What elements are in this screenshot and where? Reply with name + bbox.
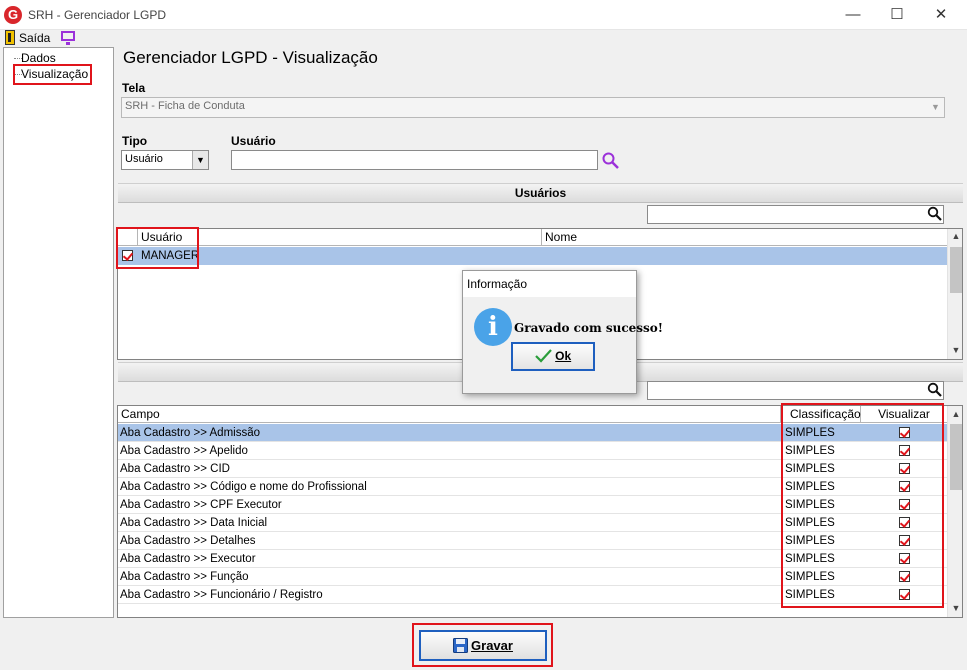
classificacao-cell: SIMPLES: [785, 553, 835, 565]
minimize-button[interactable]: —: [831, 0, 875, 30]
visualizar-checkbox[interactable]: [899, 571, 910, 582]
tela-label: Tela: [122, 81, 146, 95]
usuarios-section-header: Usuários: [118, 183, 963, 203]
usuario-cell: MANAGER: [141, 250, 200, 262]
classificacao-cell: SIMPLES: [785, 463, 835, 475]
exit-door-icon[interactable]: [5, 30, 15, 45]
app-logo-icon: G: [4, 6, 22, 24]
visualizar-checkbox[interactable]: [899, 499, 910, 510]
ok-button-label: Ok: [555, 349, 572, 363]
classificacao-cell: SIMPLES: [785, 427, 835, 439]
campo-cell: Aba Cadastro >> Funcionário / Registro: [120, 589, 323, 601]
scrollbar-thumb[interactable]: [950, 247, 962, 293]
visualizar-checkbox[interactable]: [899, 463, 910, 474]
scroll-up-icon[interactable]: ▲: [948, 231, 962, 241]
usuario-label: Usuário: [231, 134, 276, 148]
campo-cell: Aba Cadastro >> CPF Executor: [120, 499, 282, 511]
vertical-scrollbar[interactable]: ▲ ▼: [947, 229, 962, 359]
visualizar-checkbox[interactable]: [899, 445, 910, 456]
tela-combobox[interactable]: SRH - Ficha de Conduta: [121, 97, 945, 118]
scroll-up-icon[interactable]: ▲: [948, 409, 962, 419]
usuarios-search-input[interactable]: [647, 205, 944, 224]
nome-cell: [543, 247, 545, 265]
classificacao-cell: SIMPLES: [785, 499, 835, 511]
column-header-classificacao[interactable]: Classificação: [781, 406, 861, 423]
search-icon[interactable]: [601, 151, 620, 170]
column-header-usuario[interactable]: Usuário: [138, 229, 542, 246]
tree-item-visualizacao[interactable]: Visualização: [21, 67, 88, 81]
classificacao-cell: SIMPLES: [785, 589, 835, 601]
checkmark-icon: [535, 349, 552, 363]
classificacao-cell: SIMPLES: [785, 571, 835, 583]
info-icon: i: [474, 308, 512, 346]
vertical-scrollbar[interactable]: ▲ ▼: [947, 406, 962, 617]
exit-button[interactable]: Saída: [19, 31, 50, 45]
table-row[interactable]: [118, 247, 947, 265]
chevron-down-icon[interactable]: ▼: [192, 151, 208, 169]
campo-cell: Aba Cadastro >> Executor: [120, 553, 256, 565]
dialog-message: Gravado com sucesso!: [514, 321, 664, 335]
ok-button[interactable]: Ok: [511, 342, 595, 371]
visualizar-checkbox[interactable]: [899, 589, 910, 600]
classificacao-cell: SIMPLES: [785, 445, 835, 457]
classificacao-cell: SIMPLES: [785, 517, 835, 529]
save-icon: [453, 638, 469, 653]
campo-cell: Aba Cadastro >> CID: [120, 463, 230, 475]
window-title: SRH - Gerenciador LGPD: [28, 8, 167, 22]
usuario-input[interactable]: [231, 150, 598, 170]
column-header-nome[interactable]: Nome: [542, 229, 947, 246]
scroll-down-icon[interactable]: ▼: [948, 345, 962, 355]
campo-cell: Aba Cadastro >> Apelido: [120, 445, 248, 457]
visualizar-checkbox[interactable]: [899, 535, 910, 546]
campos-search-input[interactable]: [647, 381, 944, 400]
column-header-visualizar[interactable]: Visualizar: [861, 406, 947, 423]
tipo-label: Tipo: [122, 134, 148, 148]
tree-item-dados[interactable]: Dados: [21, 51, 56, 65]
gravar-button-label: Gravar: [471, 638, 513, 653]
campo-cell: Aba Cadastro >> Código e nome do Profiss…: [120, 481, 367, 493]
dialog-title: Informação: [467, 277, 528, 291]
close-button[interactable]: ✕: [919, 0, 963, 30]
campo-cell: Aba Cadastro >> Função: [120, 571, 249, 583]
search-icon[interactable]: [927, 206, 943, 222]
visualizar-checkbox[interactable]: [899, 553, 910, 564]
navigation-tree[interactable]: [3, 47, 114, 618]
visualizar-checkbox[interactable]: [899, 481, 910, 492]
page-title: Gerenciador LGPD - Visualização: [123, 48, 378, 67]
grid-indicator-header: [118, 229, 138, 246]
campo-cell: Aba Cadastro >> Detalhes: [120, 535, 256, 547]
campo-cell: Aba Cadastro >> Admissão: [120, 427, 260, 439]
search-icon[interactable]: [927, 382, 943, 398]
visualizar-checkbox[interactable]: [899, 517, 910, 528]
row-checkbox[interactable]: [122, 250, 133, 261]
visualizar-checkbox[interactable]: [899, 427, 910, 438]
maximize-button[interactable]: ☐: [875, 0, 919, 30]
scrollbar-thumb[interactable]: [950, 424, 962, 490]
chevron-down-icon[interactable]: ▼: [927, 98, 944, 117]
campo-cell: Aba Cadastro >> Data Inicial: [120, 517, 268, 529]
monitor-icon[interactable]: [61, 31, 75, 45]
gravar-button[interactable]: Gravar: [419, 630, 547, 661]
column-header-campo[interactable]: Campo: [118, 406, 781, 423]
classificacao-cell: SIMPLES: [785, 481, 835, 493]
classificacao-cell: SIMPLES: [785, 535, 835, 547]
scroll-down-icon[interactable]: ▼: [948, 603, 962, 613]
campos-grid[interactable]: Campo Classificação Visualizar Aba Cadas…: [117, 405, 963, 618]
